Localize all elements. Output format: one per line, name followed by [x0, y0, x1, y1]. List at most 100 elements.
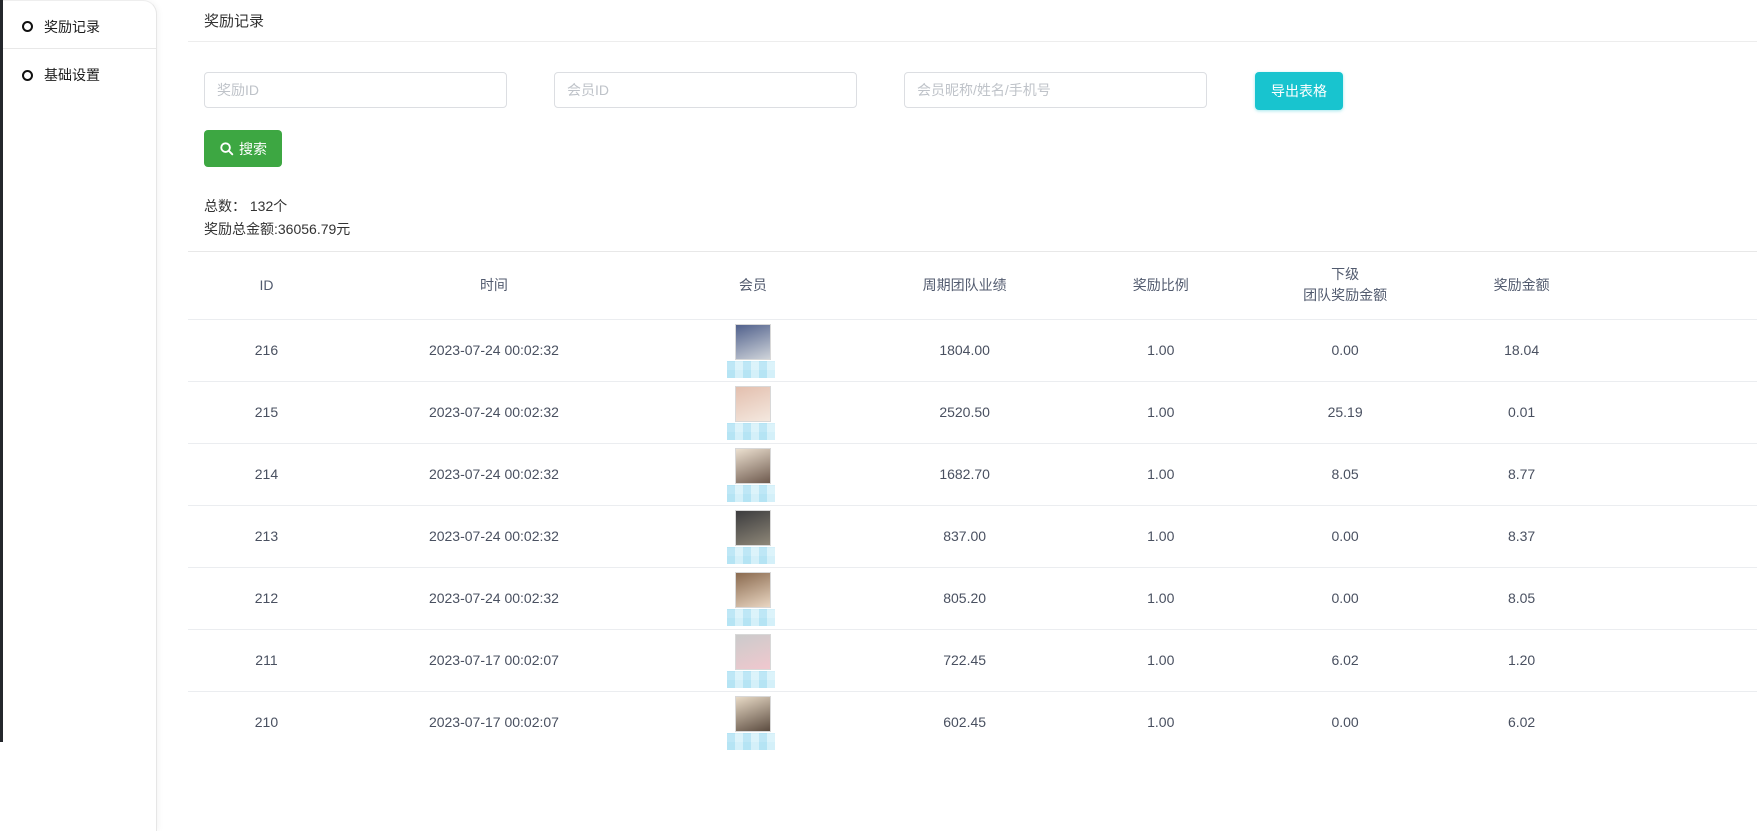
reward-id-input[interactable]: [204, 72, 507, 108]
cell-member: [643, 319, 863, 381]
cell-subordinate-reward: 0.00: [1255, 567, 1435, 629]
cell-member: [643, 691, 863, 753]
radio-circle-icon: [22, 21, 33, 32]
member-info-input[interactable]: [904, 72, 1207, 108]
cell-time: 2023-07-17 00:02:07: [345, 691, 643, 753]
cell-team-performance: 1682.70: [863, 443, 1067, 505]
masked-nickname: [727, 671, 775, 688]
cell-team-performance: 1804.00: [863, 319, 1067, 381]
cell-subordinate-reward: 0.00: [1255, 319, 1435, 381]
masked-nickname: [727, 361, 775, 378]
cell-reward-ratio: 1.00: [1067, 381, 1255, 443]
cell-time: 2023-07-24 00:02:32: [345, 567, 643, 629]
member-avatar: [735, 634, 771, 670]
cell-subordinate-reward: 8.05: [1255, 443, 1435, 505]
title-bar: 奖励记录: [188, 0, 1757, 42]
col-header-reward-ratio: 奖励比例: [1067, 252, 1255, 319]
member-avatar: [735, 386, 771, 422]
cell-team-performance: 722.45: [863, 629, 1067, 691]
cell-time: 2023-07-24 00:02:32: [345, 443, 643, 505]
table-row: 216 2023-07-24 00:02:32 1804.00 1.00 0.0…: [188, 319, 1757, 381]
cell-id: 215: [188, 381, 345, 443]
reward-records-page: 奖励记录 基础设置 奖励记录 导出表格 搜索 总数： 132个 奖励总金额:36…: [0, 0, 1757, 831]
col-header-reward-amount: 奖励金额: [1435, 252, 1608, 319]
cell-reward-amount: 6.02: [1435, 691, 1608, 753]
cell-subordinate-reward: 0.00: [1255, 691, 1435, 753]
search-button-label: 搜索: [239, 139, 267, 159]
sidebar-item-basic-settings[interactable]: 基础设置: [0, 53, 156, 97]
table-row: 212 2023-07-24 00:02:32 805.20 1.00 0.00…: [188, 567, 1757, 629]
cell-reward-amount: 8.37: [1435, 505, 1608, 567]
col-header-member: 会员: [643, 252, 863, 319]
summary: 总数： 132个 奖励总金额:36056.79元: [188, 195, 1757, 241]
sidebar-item-label: 基础设置: [44, 65, 100, 85]
member-avatar: [735, 324, 771, 360]
sidebar-item-label: 奖励记录: [44, 17, 100, 37]
cell-id: 212: [188, 567, 345, 629]
col-header-time: 时间: [345, 252, 643, 319]
radio-circle-icon: [22, 70, 33, 81]
col-header-subordinate-reward: 下级 团队奖励金额: [1255, 252, 1435, 319]
cell-time: 2023-07-24 00:02:32: [345, 505, 643, 567]
table-row: 213 2023-07-24 00:02:32 837.00 1.00 0.00…: [188, 505, 1757, 567]
table-row: 211 2023-07-17 00:02:07 722.45 1.00 6.02…: [188, 629, 1757, 691]
cell-time: 2023-07-17 00:02:07: [345, 629, 643, 691]
masked-nickname: [727, 609, 775, 626]
table-row: 215 2023-07-24 00:02:32 2520.50 1.00 25.…: [188, 381, 1757, 443]
cell-member: [643, 629, 863, 691]
cell-reward-ratio: 1.00: [1067, 443, 1255, 505]
cell-reward-amount: 8.05: [1435, 567, 1608, 629]
masked-nickname: [727, 733, 775, 750]
cell-reward-amount: 1.20: [1435, 629, 1608, 691]
cell-member: [643, 505, 863, 567]
member-avatar: [735, 572, 771, 608]
cell-reward-amount: 18.04: [1435, 319, 1608, 381]
cell-member: [643, 443, 863, 505]
search-icon: [219, 141, 234, 156]
masked-nickname: [727, 485, 775, 502]
member-id-input[interactable]: [554, 72, 857, 108]
cell-member: [643, 381, 863, 443]
masked-nickname: [727, 423, 775, 440]
cell-subordinate-reward: 6.02: [1255, 629, 1435, 691]
cell-member: [643, 567, 863, 629]
cell-id: 216: [188, 319, 345, 381]
col-header-team-performance: 周期团队业绩: [863, 252, 1067, 319]
cell-reward-amount: 8.77: [1435, 443, 1608, 505]
cell-reward-ratio: 1.00: [1067, 691, 1255, 753]
cell-reward-ratio: 1.00: [1067, 629, 1255, 691]
page-title: 奖励记录: [204, 10, 264, 31]
cell-reward-amount: 0.01: [1435, 381, 1608, 443]
cell-id: 213: [188, 505, 345, 567]
table-row: 210 2023-07-17 00:02:07 602.45 1.00 0.00…: [188, 691, 1757, 753]
filter-bar: 导出表格: [188, 72, 1757, 110]
member-avatar: [735, 696, 771, 732]
cell-id: 214: [188, 443, 345, 505]
col-header-id: ID: [188, 252, 345, 319]
cell-reward-ratio: 1.00: [1067, 505, 1255, 567]
total-count: 总数： 132个: [204, 195, 1757, 218]
col-header-spacer: [1608, 252, 1757, 319]
cell-time: 2023-07-24 00:02:32: [345, 381, 643, 443]
total-amount: 奖励总金额:36056.79元: [204, 218, 1757, 241]
table-row: 214 2023-07-24 00:02:32 1682.70 1.00 8.0…: [188, 443, 1757, 505]
cell-team-performance: 837.00: [863, 505, 1067, 567]
export-table-button[interactable]: 导出表格: [1255, 72, 1343, 110]
search-button[interactable]: 搜索: [204, 130, 282, 167]
cell-reward-ratio: 1.00: [1067, 319, 1255, 381]
table-header-row: ID 时间 会员 周期团队业绩 奖励比例 下级 团队奖励金额 奖励金额: [188, 252, 1757, 319]
reward-records-table: ID 时间 会员 周期团队业绩 奖励比例 下级 团队奖励金额 奖励金额 216: [188, 252, 1757, 753]
cell-subordinate-reward: 25.19: [1255, 381, 1435, 443]
member-avatar: [735, 510, 771, 546]
collapsed-menu-edge: [0, 0, 3, 742]
main-content: 奖励记录 导出表格 搜索 总数： 132个 奖励总金额:36056.79元: [157, 0, 1757, 831]
member-avatar: [735, 448, 771, 484]
cell-id: 210: [188, 691, 345, 753]
cell-time: 2023-07-24 00:02:32: [345, 319, 643, 381]
sidebar-item-reward-records[interactable]: 奖励记录: [0, 5, 156, 49]
masked-nickname: [727, 547, 775, 564]
sidebar: 奖励记录 基础设置: [0, 0, 157, 831]
cell-team-performance: 602.45: [863, 691, 1067, 753]
cell-team-performance: 805.20: [863, 567, 1067, 629]
cell-subordinate-reward: 0.00: [1255, 505, 1435, 567]
